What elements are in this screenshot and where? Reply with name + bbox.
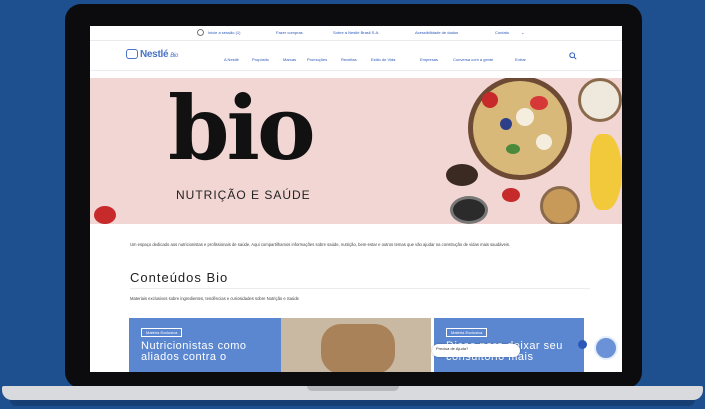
- nestle-logo[interactable]: Nestlé Bio: [126, 49, 178, 60]
- chia-bowl-image: [450, 196, 488, 224]
- nest-icon: [126, 49, 138, 60]
- chat-icon[interactable]: [594, 336, 618, 360]
- banana-slice-image: [516, 108, 534, 126]
- article-card[interactable]: Matéria Exclusiva Nutricionistas como al…: [129, 318, 281, 372]
- nav-item-estilo-de-vida[interactable]: Estilo de Vida: [371, 57, 395, 62]
- chevron-down-icon[interactable]: ⌄: [521, 30, 524, 35]
- laptop-base: [2, 386, 703, 400]
- strawberry-image: [530, 96, 548, 110]
- browser-screen: Inicie a sessão (1) Fazer compras Sobre …: [90, 26, 622, 372]
- bread-image: [321, 324, 395, 372]
- utility-link-data[interactable]: Acessibilidade de dados: [415, 30, 458, 35]
- main-nav: Nestlé Bio A Nestlé Propósito Marcas Prom…: [90, 40, 622, 71]
- nav-item-conversa[interactable]: Conversa com a gente: [453, 57, 493, 62]
- card-title[interactable]: Nutricionistas como aliados contra o: [141, 341, 281, 363]
- banana-image: [590, 134, 622, 210]
- strawberry-image: [482, 92, 498, 108]
- search-icon[interactable]: [569, 52, 577, 60]
- utility-bar: Inicie a sessão (1) Fazer compras Sobre …: [90, 26, 622, 41]
- nav-item-empresas[interactable]: Empresas: [420, 57, 438, 62]
- banana-slice-image: [536, 134, 552, 150]
- granola-bowl-image: [540, 186, 580, 224]
- nav-item-promocoes[interactable]: Promoções: [307, 57, 327, 62]
- nav-item-entrar[interactable]: Entrar: [515, 57, 526, 62]
- card-badge: Matéria Exclusiva: [141, 328, 183, 337]
- utility-link-about[interactable]: Sobre a Nestlé Brasil S.A.: [333, 30, 379, 35]
- chevron-left-icon[interactable]: [578, 340, 587, 349]
- yogurt-cup-image: [578, 78, 622, 122]
- section-divider: [130, 288, 590, 289]
- card-badge: Matéria Exclusiva: [446, 328, 488, 337]
- strawberry-image: [502, 188, 520, 202]
- nav-item-receitas[interactable]: Receitas: [341, 57, 357, 62]
- hero-banner: bio NUTRIÇÃO E SAÚDE: [90, 78, 622, 224]
- strawberry-image: [94, 206, 116, 224]
- mint-leaf-image: [506, 144, 520, 154]
- utility-link-shop[interactable]: Fazer compras: [276, 30, 303, 35]
- spoon-image: [446, 164, 478, 186]
- logo-sub: Bio: [170, 53, 178, 59]
- nav-item-proposito[interactable]: Propósito: [252, 57, 269, 62]
- blueberry-image: [500, 118, 512, 130]
- logo-text: Nestlé: [140, 49, 169, 60]
- section-title: Conteúdos Bio: [130, 270, 229, 285]
- utility-link-contact[interactable]: Contato: [495, 30, 509, 35]
- intro-text: Um espaço dedicado aos nutricionistas e …: [130, 242, 511, 247]
- nav-item-a-nestle[interactable]: A Nestlé: [224, 57, 239, 62]
- hero-subtitle: NUTRIÇÃO E SAÚDE: [176, 188, 311, 202]
- globe-icon[interactable]: [197, 29, 204, 36]
- section-description: Materiais exclusivos sobre ingredientes,…: [130, 296, 299, 301]
- bread-card-image[interactable]: [281, 318, 431, 372]
- laptop-shadow: [10, 400, 695, 406]
- nav-item-marcas[interactable]: Marcas: [283, 57, 296, 62]
- utility-link-login[interactable]: Inicie a sessão (1): [208, 30, 240, 35]
- help-text[interactable]: Precisa de Ajuda?: [436, 346, 468, 351]
- hero-title: bio: [168, 78, 316, 180]
- laptop-notch: [307, 386, 399, 391]
